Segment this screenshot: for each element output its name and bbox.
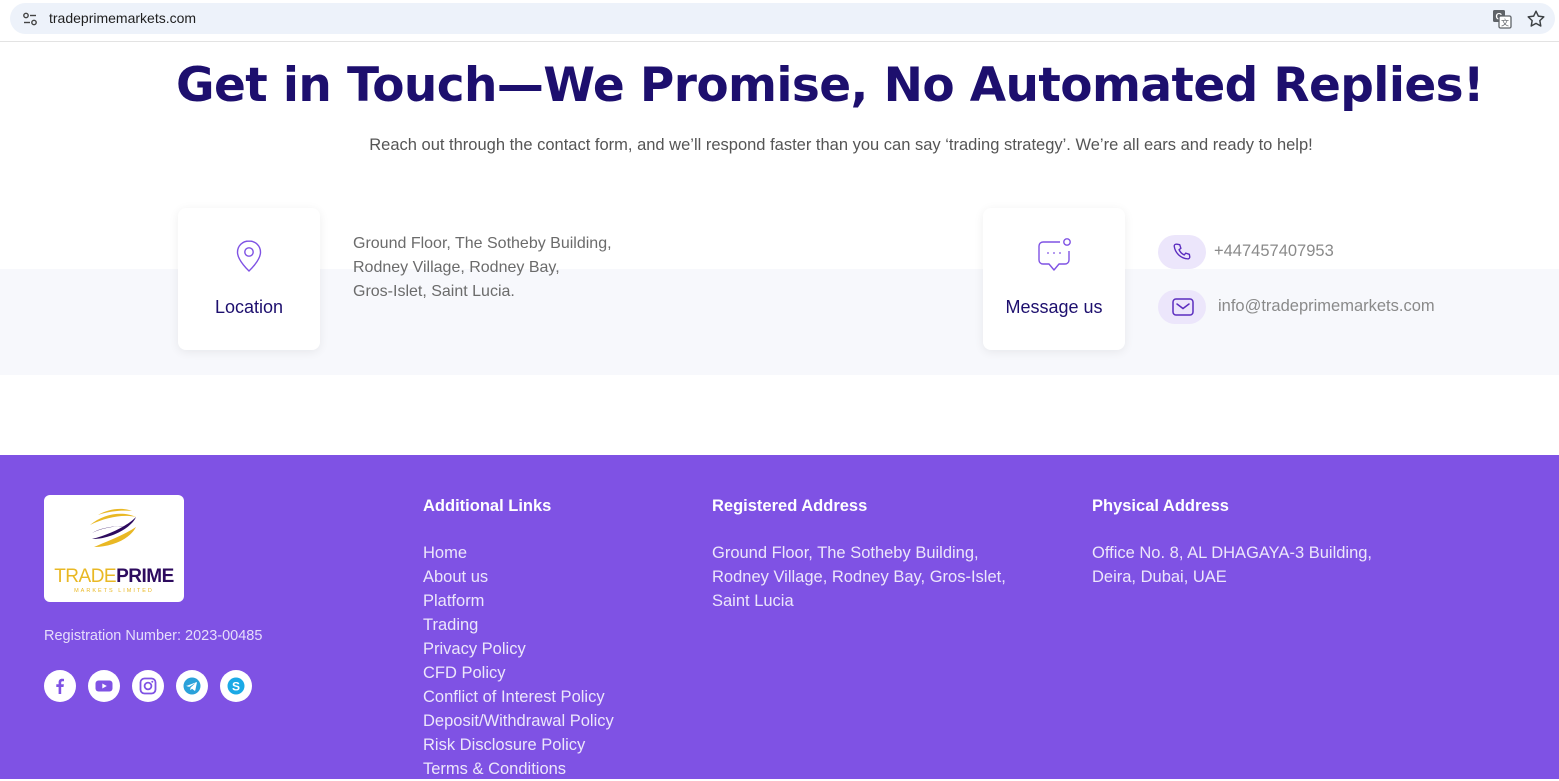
site-settings-icon[interactable]	[22, 11, 38, 27]
footer-link-cfd[interactable]: CFD Policy	[423, 661, 614, 685]
skype-icon: S	[227, 677, 245, 695]
footer-link-about[interactable]: About us	[423, 565, 614, 589]
message-card: Message us	[983, 208, 1125, 350]
physical-address: Office No. 8, AL DHAGAYA-3 Building, Dei…	[1092, 544, 1373, 586]
telegram-link[interactable]	[176, 670, 208, 702]
location-card: Location	[178, 208, 320, 350]
browser-toolbar: tradeprimemarkets.com G 文	[0, 0, 1559, 42]
map-pin-icon	[236, 240, 262, 272]
hero-title-container: Get in Touch—We Promise, No Automated Re…	[176, 58, 1506, 120]
footer-link-terms[interactable]: Terms & Conditions	[423, 757, 614, 781]
translate-icon[interactable]: G 文	[1492, 9, 1512, 29]
footer-link-home[interactable]: Home	[423, 541, 614, 565]
instagram-icon	[139, 677, 157, 695]
logo-wordmark: TRADEPRIME	[44, 566, 184, 588]
registered-address-heading: Registered Address	[712, 497, 868, 515]
footer-link-platform[interactable]: Platform	[423, 589, 614, 613]
address-line: Ground Floor, The Sotheby Building,	[353, 235, 612, 252]
youtube-icon	[95, 680, 113, 692]
telegram-icon	[183, 677, 201, 695]
email-pill[interactable]	[1158, 290, 1206, 324]
facebook-icon	[56, 678, 64, 694]
address-bar[interactable]: tradeprimemarkets.com G 文	[10, 3, 1555, 34]
chat-bubble-icon	[1038, 238, 1071, 271]
svg-text:文: 文	[1501, 18, 1509, 28]
email-address[interactable]: info@tradeprimemarkets.com	[1218, 297, 1435, 316]
location-label: Location	[214, 297, 284, 317]
registered-address: Ground Floor, The Sotheby Building, Rodn…	[712, 544, 1006, 610]
facebook-link[interactable]	[44, 670, 76, 702]
footer: TRADEPRIME MARKETS LIMITED Registration …	[0, 455, 1559, 779]
mail-icon	[1172, 298, 1194, 316]
address-line: Gros-Islet, Saint Lucia.	[353, 283, 515, 300]
company-logo[interactable]: TRADEPRIME MARKETS LIMITED	[44, 495, 184, 602]
footer-link-conflict[interactable]: Conflict of Interest Policy	[423, 685, 614, 709]
contact-address: Ground Floor, The Sotheby Building, Rodn…	[353, 232, 612, 304]
address-line: Rodney Village, Rodney Bay,	[353, 259, 560, 276]
footer-link-risk[interactable]: Risk Disclosure Policy	[423, 733, 614, 757]
footer-link-trading[interactable]: Trading	[423, 613, 614, 637]
bookmark-star-icon[interactable]	[1525, 8, 1547, 30]
registration-number: Registration Number: 2023-00485	[44, 628, 263, 644]
url-text[interactable]: tradeprimemarkets.com	[49, 10, 196, 26]
phone-icon	[1173, 243, 1191, 260]
footer-link-privacy[interactable]: Privacy Policy	[423, 637, 614, 661]
skype-link[interactable]: S	[220, 670, 252, 702]
logo-tagline: MARKETS LIMITED	[74, 588, 154, 594]
message-label: Message us	[1005, 297, 1103, 317]
svg-text:S: S	[232, 679, 240, 693]
instagram-link[interactable]	[132, 670, 164, 702]
page-title: Get in Touch—We Promise, No Automated Re…	[176, 58, 1484, 113]
physical-address-heading: Physical Address	[1092, 497, 1229, 515]
youtube-link[interactable]	[88, 670, 120, 702]
phone-number[interactable]: +447457407953	[1214, 242, 1334, 261]
additional-links-list: Home About us Platform Trading Privacy P…	[423, 541, 614, 781]
logo-word-prime: PRIME	[116, 566, 174, 587]
footer-link-deposit[interactable]: Deposit/Withdrawal Policy	[423, 709, 614, 733]
logo-word-trade: TRADE	[54, 566, 117, 587]
additional-links-heading: Additional Links	[423, 497, 552, 515]
phone-pill[interactable]	[1158, 235, 1206, 269]
logo-swirl-icon	[90, 508, 136, 547]
page-subtitle: Reach out through the contact form, and …	[369, 136, 1313, 154]
